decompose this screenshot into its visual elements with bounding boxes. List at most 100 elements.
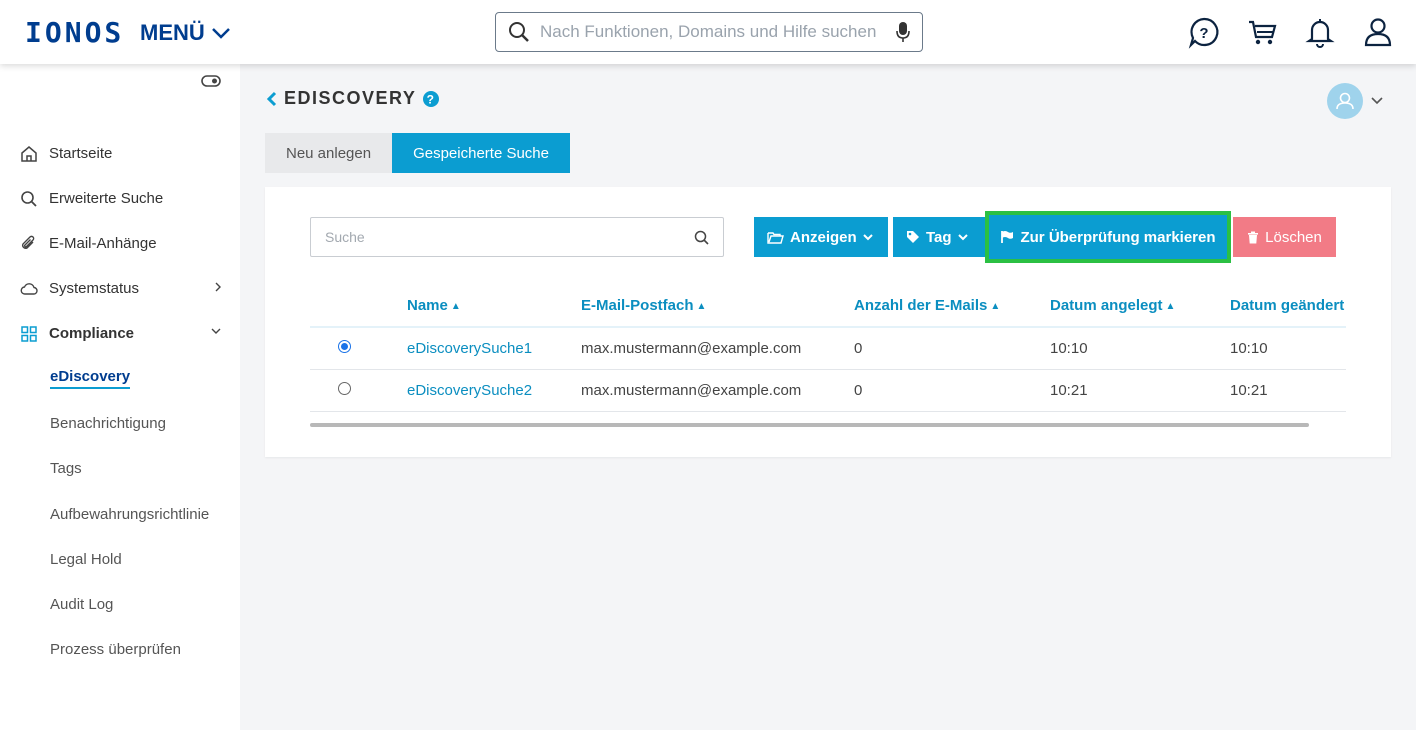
sidebar-subitem-legal-hold[interactable]: Legal Hold (0, 537, 240, 582)
page-title-bar: EDISCOVERY ? (266, 88, 440, 109)
sidebar-subitem-label: Audit Log (50, 596, 114, 614)
toggle-icon[interactable] (201, 74, 221, 88)
sidebar-subitem-prozess-ueberpruefen[interactable]: Prozess überprüfen (0, 627, 240, 672)
header-icons: ? (1186, 14, 1396, 50)
name-cell: eDiscoverySuche2 (407, 369, 581, 412)
tag-button[interactable]: Tag (893, 217, 985, 257)
column-header-count[interactable]: Anzahl der E-Mails ▲︎ (854, 285, 1050, 328)
table-header-row: Name ▲︎ E-Mail-Postfach ▲︎ Anzahl der E-Ma… (310, 285, 1346, 328)
mark-for-review-button[interactable]: Zur Überprüfung markieren (985, 211, 1231, 263)
column-header-name[interactable]: Name ▲︎ (407, 285, 581, 328)
microphone-icon[interactable] (896, 21, 910, 43)
user-avatar-icon (1336, 92, 1354, 110)
grid-icon (20, 325, 38, 343)
svg-text:?: ? (427, 92, 436, 106)
sort-icon: ▲︎ (696, 301, 707, 312)
sort-icon: ▲︎ (450, 301, 461, 312)
avatar[interactable] (1327, 83, 1363, 119)
back-chevron-icon[interactable] (266, 91, 278, 107)
column-header-modified[interactable]: Datum geändert (1230, 285, 1346, 328)
tag-icon (907, 231, 919, 243)
menu-label: MENÜ (140, 20, 205, 45)
tabs: Neu anlegen Gespeicherte Suche (265, 133, 570, 173)
user-icon[interactable] (1360, 14, 1396, 50)
home-icon (20, 145, 38, 163)
delete-button-label: Löschen (1265, 228, 1322, 246)
select-column-header (310, 285, 407, 328)
sidebar-item-email-anhaenge[interactable]: E-Mail-Anhänge (0, 221, 240, 266)
page-title: EDISCOVERY (284, 88, 417, 108)
created-cell: 10:21 (1050, 369, 1230, 412)
column-header-created[interactable]: Datum angelegt ▲︎ (1050, 285, 1230, 328)
global-search[interactable] (495, 12, 923, 52)
sidebar-subitem-label: Legal Hold (50, 550, 122, 568)
chevron-down-icon (862, 234, 873, 241)
folder-open-icon (767, 231, 784, 244)
sidebar-item-label: Erweiterte Suche (49, 190, 164, 207)
modified-cell: 10:21 (1230, 369, 1346, 412)
sidebar-item-startseite[interactable]: Startseite (0, 131, 240, 176)
search-icon (509, 22, 529, 42)
sidebar-item-label: Startseite (49, 145, 113, 162)
sidebar-subitem-label: Benachrichtigung (50, 415, 166, 433)
table-search-input[interactable] (325, 229, 694, 245)
sidebar-item-label: Compliance (49, 325, 135, 342)
svg-text:?: ? (1199, 25, 1208, 42)
delete-button[interactable]: Löschen (1233, 217, 1336, 257)
modified-cell: 10:10 (1230, 327, 1346, 370)
saved-search-table: Name ▲︎ E-Mail-Postfach ▲︎ Anzahl der E-Ma… (310, 285, 1346, 412)
sort-icon: ▲︎ (990, 301, 1001, 312)
mailbox-cell: max.mustermann@example.com (581, 327, 854, 370)
created-cell: 10:10 (1050, 327, 1230, 370)
help-chat-icon[interactable]: ? (1186, 14, 1222, 50)
chevron-down-icon[interactable] (1370, 96, 1384, 106)
trash-icon (1248, 231, 1259, 243)
sidebar-item-compliance[interactable]: Compliance (0, 311, 240, 356)
count-cell: 0 (854, 327, 1050, 370)
sidebar-item-label: E-Mail-Anhänge (49, 235, 157, 252)
show-button-label: Anzeigen (790, 228, 857, 246)
menu-button[interactable]: MENÜ (140, 20, 231, 46)
sidebar-subitem-benachrichtigung[interactable]: Benachrichtigung (0, 401, 240, 446)
cart-icon[interactable] (1244, 14, 1280, 50)
help-icon[interactable]: ? (422, 90, 440, 108)
show-button[interactable]: Anzeigen (754, 217, 888, 257)
table-row[interactable]: eDiscoverySuche2 max.mustermann@example.… (310, 369, 1346, 412)
sidebar-subitem-tags[interactable]: Tags (0, 446, 240, 491)
search-name-link[interactable]: eDiscoverySuche1 (407, 340, 532, 357)
row-select-cell (310, 369, 407, 412)
ionos-logo[interactable]: IONOS (25, 16, 124, 49)
chevron-right-icon (215, 282, 221, 292)
sort-icon: ▲︎ (1165, 301, 1176, 312)
global-search-input[interactable] (540, 22, 896, 42)
sidebar-subitem-aufbewahrungsrichtlinie[interactable]: Aufbewahrungsrichtlinie (0, 492, 240, 537)
horizontal-scrollbar[interactable] (310, 423, 1309, 427)
sidebar-subitem-label: Tags (50, 460, 82, 478)
sidebar-item-systemstatus[interactable]: Systemstatus (0, 266, 240, 311)
row-select-cell (310, 327, 407, 370)
chevron-down-icon (211, 328, 221, 334)
sidebar-item-erweiterte-suche[interactable]: Erweiterte Suche (0, 176, 240, 221)
search-name-link[interactable]: eDiscoverySuche2 (407, 382, 532, 399)
table-search[interactable] (310, 217, 724, 257)
sidebar-subitem-label: Prozess überprüfen (50, 641, 181, 659)
name-cell: eDiscoverySuche1 (407, 327, 581, 370)
bell-icon[interactable] (1302, 14, 1338, 50)
row-radio-selected[interactable] (338, 339, 351, 353)
table-row[interactable]: eDiscoverySuche1 max.mustermann@example.… (310, 327, 1346, 370)
sidebar-subitem-audit-log[interactable]: Audit Log (0, 582, 240, 627)
search-icon (20, 190, 38, 208)
chevron-down-icon (957, 234, 968, 241)
mark-for-review-label: Zur Überprüfung markieren (1020, 228, 1216, 246)
row-radio[interactable] (338, 381, 351, 395)
sidebar-nav: Startseite Erweiterte Suche E-Mail-Anhän… (0, 131, 240, 672)
flag-icon (1001, 231, 1014, 243)
tag-button-label: Tag (926, 228, 952, 246)
column-header-mailbox[interactable]: E-Mail-Postfach ▲︎ (581, 285, 854, 328)
sidebar-item-label: Systemstatus (49, 280, 140, 297)
top-header: IONOS MENÜ ? (0, 0, 1416, 64)
tab-gespeicherte-suche[interactable]: Gespeicherte Suche (392, 133, 570, 173)
tab-neu-anlegen[interactable]: Neu anlegen (265, 133, 393, 173)
chevron-down-icon (211, 28, 230, 39)
sidebar-subitem-ediscovery[interactable]: eDiscovery (0, 356, 240, 401)
